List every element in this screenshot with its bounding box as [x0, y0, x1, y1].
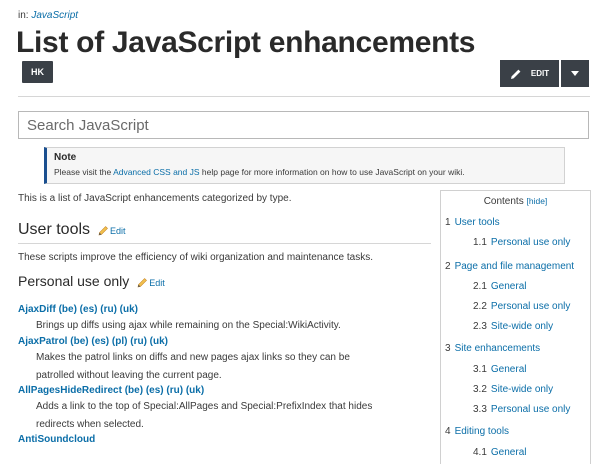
toc-item-3-2[interactable]: 3.2 Site-wide only [473, 384, 553, 395]
edit-dropdown-button[interactable] [561, 60, 589, 87]
breadcrumb-link-javascript[interactable]: JavaScript [31, 10, 78, 21]
search-input[interactable] [19, 112, 588, 138]
entry-link[interactable]: AjaxDiff [18, 304, 56, 315]
subsection-edit-label: Edit [149, 278, 165, 288]
breadcrumb: in: JavaScript [18, 10, 78, 21]
page-title: List of JavaScript enhancements [16, 26, 476, 59]
entry-description-continued: patrolled without leaving the current pa… [36, 369, 222, 381]
toc-item-4-1[interactable]: 4.1 General [473, 447, 526, 458]
entry-lang-links[interactable]: (be) (es) (pl) (ru) (uk) [70, 336, 168, 347]
note-box: Note Please visit the Advanced CSS and J… [44, 147, 565, 184]
list-item: AllPagesHideRedirect (be) (es) (ru) (uk)… [18, 384, 428, 433]
pencil-icon [137, 278, 148, 288]
entry-description-continued: redirects when selected. [36, 418, 144, 430]
entry-description: Brings up diffs using ajax while remaini… [36, 320, 341, 331]
section-description: These scripts improve the efficiency of … [18, 252, 373, 263]
toc-item-2-1[interactable]: 2.1 General [473, 281, 526, 292]
hk-button[interactable]: HK [22, 61, 53, 83]
pencil-icon [510, 69, 521, 79]
subheading-text: Personal use only [18, 273, 130, 289]
entry-link[interactable]: AntiSoundcloud [18, 434, 95, 445]
toc-item-1-1[interactable]: 1.1 Personal use only [473, 237, 570, 248]
note-text-before: Please visit the [54, 167, 114, 177]
subsection-edit-link[interactable]: Edit [137, 278, 165, 288]
section-edit-link[interactable]: Edit [98, 226, 126, 236]
entry-link[interactable]: AjaxPatrol [18, 336, 67, 347]
note-text-after: help page for more information on how to… [199, 167, 465, 177]
list-item: AntiSoundcloud [18, 433, 428, 447]
toc-header: Contents [hide] [441, 196, 590, 207]
edit-button[interactable]: EDIT [500, 60, 559, 87]
edit-button-label: EDIT [530, 69, 550, 78]
toc-item-2[interactable]: 2 Page and file management [445, 261, 574, 272]
toc-title: Contents [483, 196, 524, 207]
entry-description: Makes the patrol links on diffs and new … [36, 352, 350, 363]
entry-lang-links[interactable]: (be) (es) (ru) (uk) [59, 304, 138, 315]
toc-item-3-3[interactable]: 3.3 Personal use only [473, 404, 570, 415]
toc-item-3[interactable]: 3 Site enhancements [445, 343, 540, 354]
entry-lang-links[interactable]: (be) (es) (ru) (uk) [125, 385, 204, 396]
breadcrumb-prefix: in: [18, 10, 29, 21]
toc-item-2-3[interactable]: 2.3 Site-wide only [473, 321, 553, 332]
toc-item-4[interactable]: 4 Editing tools [445, 426, 509, 437]
caret-down-icon [571, 71, 579, 76]
search-box [18, 111, 589, 139]
section-edit-label: Edit [110, 226, 126, 236]
toc-item-3-1[interactable]: 3.1 General [473, 364, 526, 375]
toc-item-1[interactable]: 1 User tools [445, 217, 500, 228]
script-list: AjaxDiff (be) (es) (ru) (uk) Brings up d… [18, 303, 428, 447]
list-item: AjaxDiff (be) (es) (ru) (uk) Brings up d… [18, 303, 428, 335]
table-of-contents: Contents [hide] 1 User tools 1.1 Personal … [440, 190, 591, 464]
subheading-personal-use: Personal use only Edit [18, 273, 165, 289]
section-heading-user-tools: User tools Edit [18, 221, 126, 239]
toc-hide-link[interactable]: [hide] [527, 196, 548, 206]
section-heading-rule [18, 243, 431, 244]
toc-item-2-2[interactable]: 2.2 Personal use only [473, 301, 570, 312]
note-text: Please visit the Advanced CSS and JS hel… [54, 167, 564, 177]
entry-link[interactable]: AllPagesHideRedirect [18, 385, 122, 396]
intro-text: This is a list of JavaScript enhancement… [18, 193, 292, 204]
title-divider [18, 96, 590, 97]
list-item: AjaxPatrol (be) (es) (pl) (ru) (uk) Make… [18, 335, 428, 384]
note-title: Note [54, 152, 77, 163]
section-heading-text: User tools [18, 221, 91, 238]
note-link-advanced-css-js[interactable]: Advanced CSS and JS [113, 167, 199, 177]
pencil-icon [98, 226, 108, 236]
edit-button-group: EDIT [500, 60, 589, 87]
entry-description: Adds a link to the top of Special:AllPag… [36, 401, 373, 412]
